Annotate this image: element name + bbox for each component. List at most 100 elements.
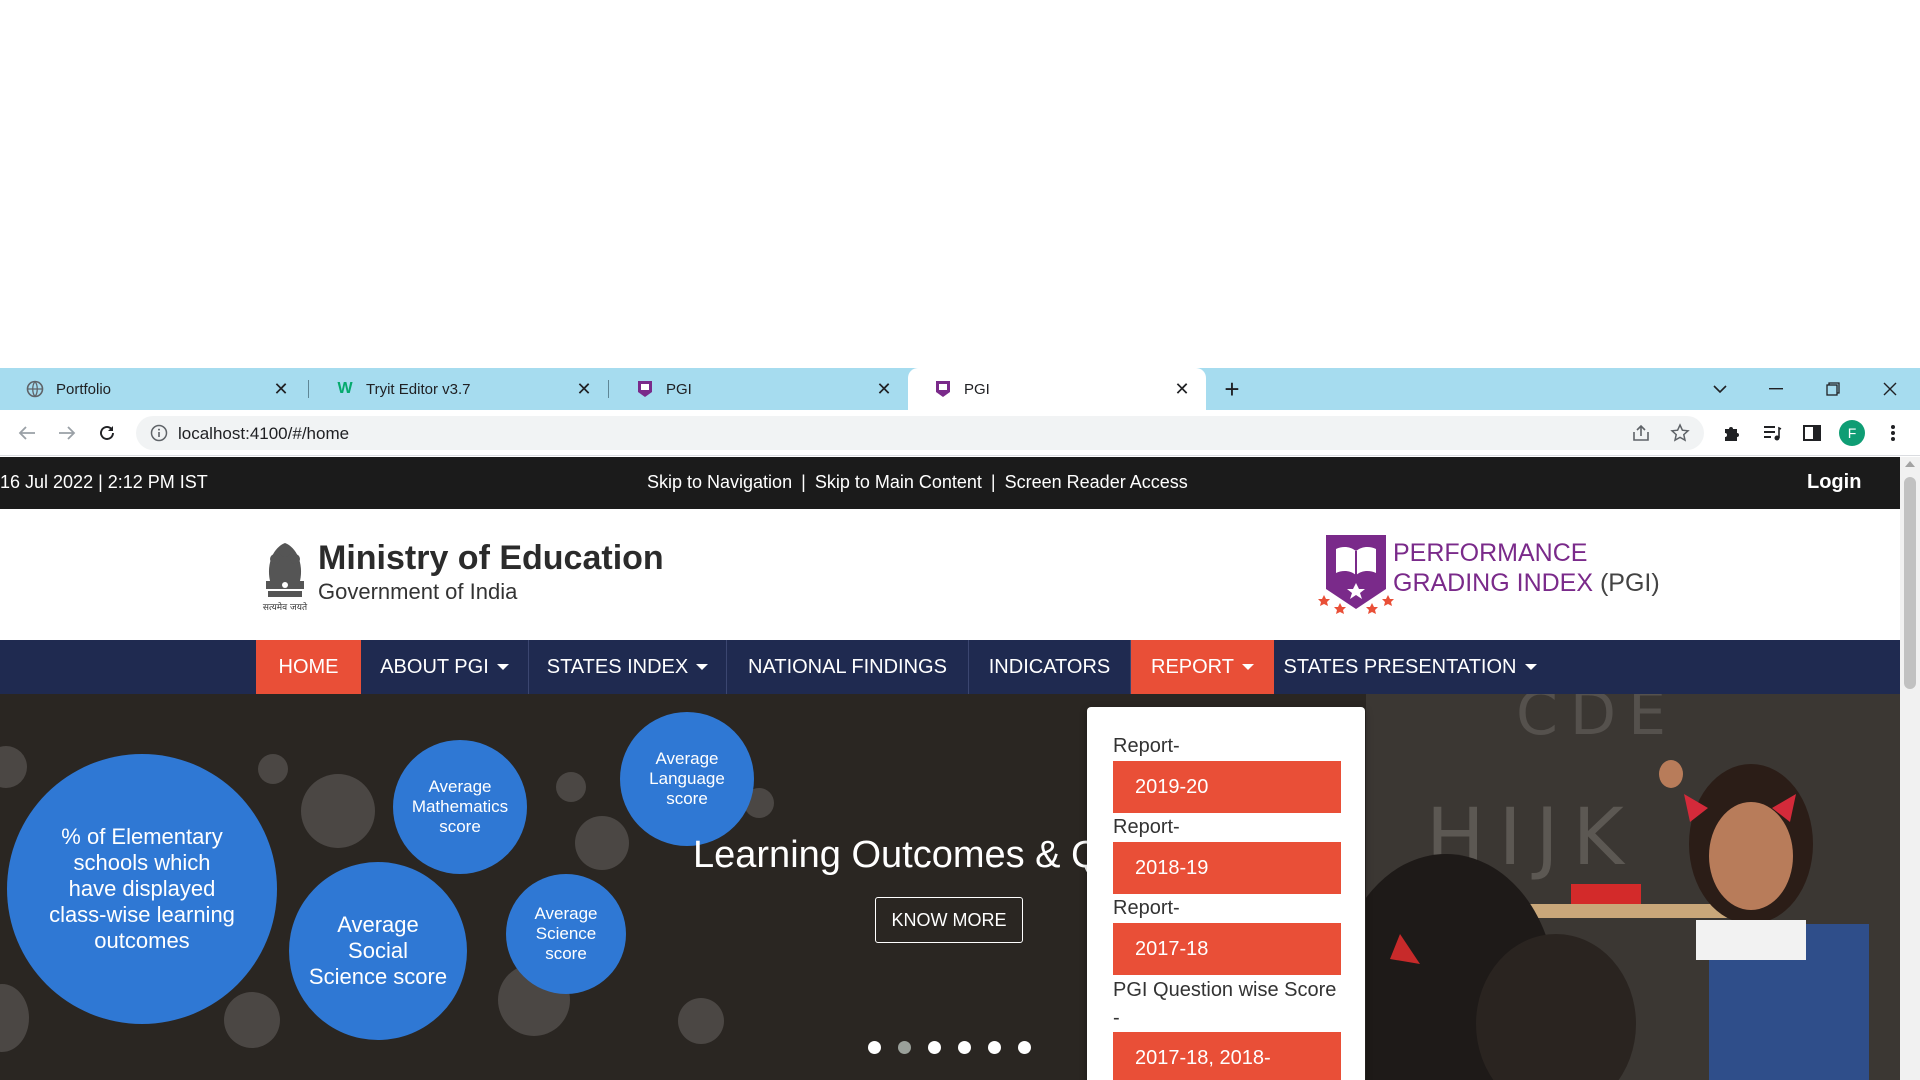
stat-bubble-learning-outcomes[interactable]: % of Elementary schools which have displ…	[7, 754, 277, 1024]
page-viewport: 16 Jul 2022 | 2:12 PM IST Skip to Naviga…	[0, 457, 1900, 1080]
decorative-circle	[556, 772, 586, 802]
pgi-icon	[934, 380, 952, 398]
login-link[interactable]: Login	[1807, 471, 1861, 494]
nav-report[interactable]: REPORT	[1131, 640, 1274, 694]
nav-label: STATES PRESENTATION	[1283, 655, 1517, 678]
ministry-subtitle: Government of India	[318, 579, 518, 604]
stat-bubble-mathematics[interactable]: Average Mathematics score	[393, 740, 527, 874]
nav-label: INDICATORS	[988, 655, 1111, 678]
carousel-dot-6[interactable]	[1018, 1041, 1031, 1054]
report-2017-18-button[interactable]: 2017-18	[1113, 923, 1341, 975]
back-arrow-icon[interactable]	[12, 418, 42, 448]
pgi-question-wise-score-button[interactable]: 2017-18, 2018-	[1113, 1032, 1341, 1080]
close-icon[interactable]: ✕	[574, 379, 594, 399]
page-scrollbar[interactable]	[1900, 457, 1920, 1080]
side-panel-icon[interactable]	[1801, 422, 1823, 444]
scroll-up-arrow-icon[interactable]	[1905, 461, 1915, 467]
close-icon[interactable]: ✕	[1172, 379, 1192, 399]
nav-home[interactable]: HOME	[256, 640, 361, 694]
extensions-puzzle-icon[interactable]	[1721, 422, 1743, 444]
tab-separator	[608, 380, 609, 398]
profile-avatar[interactable]: F	[1839, 420, 1865, 446]
tab-title: Portfolio	[56, 380, 112, 398]
skip-to-navigation-link[interactable]: Skip to Navigation	[647, 472, 792, 492]
ministry-title: Ministry of Education	[318, 539, 664, 577]
more-menu-icon[interactable]	[1882, 422, 1904, 444]
bubble-label: Average Mathematics score	[411, 776, 509, 837]
restore-button[interactable]	[1805, 368, 1861, 410]
stat-bubble-science[interactable]: Average Science score	[506, 874, 626, 994]
new-tab-button[interactable]: +	[1218, 376, 1246, 404]
star-bookmark-icon[interactable]	[1670, 423, 1690, 443]
nav-label: ABOUT PGI	[380, 655, 489, 678]
close-icon[interactable]: ✕	[271, 379, 291, 399]
forward-arrow-icon[interactable]	[52, 418, 82, 448]
browser-tab-portfolio[interactable]: Portfolio ✕	[0, 368, 305, 410]
scrollbar-thumb[interactable]	[1904, 477, 1916, 689]
carousel-dot-1[interactable]	[868, 1041, 881, 1054]
tab-title: PGI	[666, 380, 692, 398]
url-text[interactable]: localhost:4100/#/home	[178, 424, 349, 444]
reload-icon[interactable]	[92, 418, 122, 448]
carousel-dot-2-active[interactable]	[898, 1041, 911, 1054]
nav-label: NATIONAL FINDINGS	[748, 655, 947, 678]
carousel-dot-4[interactable]	[958, 1041, 971, 1054]
browser-tab-pgi-active[interactable]: PGI ✕	[908, 368, 1206, 410]
address-bar[interactable]: localhost:4100/#/home	[136, 416, 1704, 450]
national-emblem-logo[interactable]: सत्यमेव जयते	[256, 533, 314, 615]
dropdown-label: PGI Question wise Score	[1113, 979, 1337, 1001]
browser-tab-pgi[interactable]: PGI ✕	[610, 368, 908, 410]
pgi-abbreviation: (PGI)	[1593, 569, 1660, 597]
browser-tab-tryit[interactable]: W Tryit Editor v3.7 ✕	[310, 368, 608, 410]
carousel-dot-3[interactable]	[928, 1041, 941, 1054]
w3schools-icon: W	[337, 380, 353, 397]
site-info-icon[interactable]	[150, 424, 168, 442]
svg-text:सत्यमेव जयते: सत्यमेव जयते	[263, 601, 308, 613]
dropdown-label: Report-	[1113, 816, 1180, 838]
browser-tab-strip: Portfolio ✕ W Tryit Editor v3.7 ✕ PGI ✕ …	[0, 368, 1920, 410]
separator: |	[990, 472, 996, 492]
nav-states-presentation[interactable]: STATES PRESENTATION	[1274, 640, 1546, 694]
report-2019-20-button[interactable]: 2019-20	[1113, 761, 1341, 813]
caret-down-icon	[1241, 664, 1254, 670]
share-icon[interactable]	[1631, 423, 1651, 443]
pgi-title-line2-text: GRADING INDEX	[1393, 569, 1594, 597]
tab-separator	[308, 380, 309, 398]
carousel-dot-5[interactable]	[988, 1041, 1001, 1054]
decorative-circle	[575, 816, 629, 870]
hero-carousel: % of Elementary schools which have displ…	[0, 694, 1900, 1080]
svg-text:CDE: CDE	[1516, 694, 1678, 749]
screen-reader-access-link[interactable]: Screen Reader Access	[1005, 472, 1188, 492]
dropdown-label: Report-	[1113, 735, 1180, 757]
site-header: सत्यमेव जयते Ministry of Education Gover…	[0, 509, 1900, 639]
close-icon[interactable]: ✕	[874, 379, 894, 399]
browser-toolbar: localhost:4100/#/home	[0, 410, 1920, 456]
report-2018-19-button[interactable]: 2018-19	[1113, 842, 1341, 894]
blank-area	[0, 0, 1920, 368]
pgi-logo-icon[interactable]	[1318, 531, 1398, 617]
nav-label: HOME	[278, 655, 339, 678]
caret-down-icon	[696, 664, 709, 670]
decorative-circle	[301, 774, 375, 848]
decorative-circle	[224, 992, 280, 1048]
decorative-circle	[258, 754, 288, 784]
media-queue-icon[interactable]	[1761, 422, 1783, 444]
main-navigation: HOME ABOUT PGI STATES INDEX NATIONAL FIN…	[0, 640, 1900, 694]
classroom-photo: HIJK CDE	[1366, 694, 1900, 1080]
hero-title: Learning Outcomes & Q	[693, 834, 1101, 876]
nav-national-findings[interactable]: NATIONAL FINDINGS	[727, 640, 969, 694]
stat-bubble-language[interactable]: Average Language score	[620, 712, 754, 846]
close-window-button[interactable]	[1862, 368, 1918, 410]
pgi-title-line2: GRADING INDEX (PGI)	[1393, 569, 1660, 598]
stat-bubble-social-science[interactable]: Average Social Science score	[289, 862, 467, 1040]
skip-to-main-content-link[interactable]: Skip to Main Content	[815, 472, 982, 492]
tab-search-chevron-icon[interactable]	[1692, 368, 1748, 410]
nav-label: STATES INDEX	[546, 655, 689, 678]
decorative-circle	[0, 746, 27, 788]
bubble-label: Average Social Science score	[308, 912, 448, 989]
minimize-button[interactable]	[1748, 368, 1804, 410]
nav-about-pgi[interactable]: ABOUT PGI	[361, 640, 529, 694]
know-more-button[interactable]: KNOW MORE	[875, 897, 1023, 943]
nav-states-index[interactable]: STATES INDEX	[529, 640, 727, 694]
nav-indicators[interactable]: INDICATORS	[969, 640, 1131, 694]
